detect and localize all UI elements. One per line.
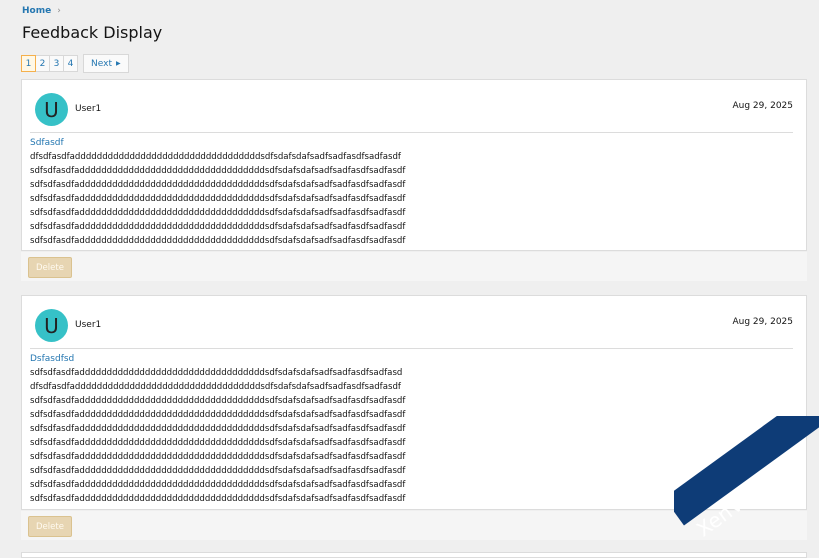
post-text-line: sdfsdfasdfaddddddddddddddddddddddddddddd…	[30, 166, 406, 176]
post-header: U User1 Aug 29, 2025	[22, 296, 806, 348]
post-date: Aug 29, 2025	[732, 317, 793, 327]
post-text-line: dfsdfasdfadddddddddddddddddddddddddddddd…	[30, 152, 401, 162]
post-text-line: sdfsdfasdfaddddddddddddddddddddddddddddd…	[30, 180, 406, 190]
breadcrumb: Home ›	[22, 6, 61, 16]
post-body: Sdfasdf dfsdfasdfadddddddddddddddddddddd…	[22, 133, 806, 254]
delete-button[interactable]: Delete	[28, 516, 72, 537]
avatar[interactable]: U	[35, 93, 68, 126]
post-text-line: sdfsdfasdfaddddddddddddddddddddddddddddd…	[30, 222, 406, 232]
next-page-button[interactable]: Next ▶	[83, 54, 129, 73]
post-text-line: sdfsdfasdfaddddddddddddddddddddddddddddd…	[30, 396, 406, 406]
post-header: U User1 Aug 29, 2025	[22, 80, 806, 132]
watermark: XenVn.Com	[674, 416, 819, 556]
post-date: Aug 29, 2025	[732, 101, 793, 111]
next-page-label: Next	[91, 58, 112, 69]
page-link-2[interactable]: 2	[35, 55, 50, 72]
post-title[interactable]: Dsfasdfsd	[30, 352, 798, 366]
page-link-4[interactable]: 4	[63, 55, 78, 72]
feedback-post: U User1 Aug 29, 2025 Sdfasdf dfsdfasdfad…	[21, 79, 807, 251]
post-text-line: sdfsdfasdfaddddddddddddddddddddddddddddd…	[30, 194, 406, 204]
page-link-3[interactable]: 3	[49, 55, 64, 72]
chevron-right-icon: ›	[57, 6, 61, 16]
triangle-right-icon: ▶	[115, 60, 121, 67]
post-text-line: sdfsdfasdfaddddddddddddddddddddddddddddd…	[30, 236, 406, 246]
post-text-line: sdfsdfasdfaddddddddddddddddddddddddddddd…	[30, 368, 403, 378]
breadcrumb-home-link[interactable]: Home	[22, 6, 51, 16]
username[interactable]: User1	[75, 320, 101, 330]
page-link-1[interactable]: 1	[21, 55, 36, 72]
username[interactable]: User1	[75, 104, 101, 114]
avatar[interactable]: U	[35, 309, 68, 342]
post-actions-bar: Delete	[21, 252, 807, 281]
post-text-line: dfsdfasdfadddddddddddddddddddddddddddddd…	[30, 382, 401, 392]
post-text-line: sdfsdfasdfaddddddddddddddddddddddddddddd…	[30, 208, 406, 218]
pagination: 1 2 3 4 Next ▶	[21, 54, 129, 73]
page-title: Feedback Display	[22, 23, 163, 42]
delete-button[interactable]: Delete	[28, 257, 72, 278]
post-title[interactable]: Sdfasdf	[30, 136, 798, 150]
